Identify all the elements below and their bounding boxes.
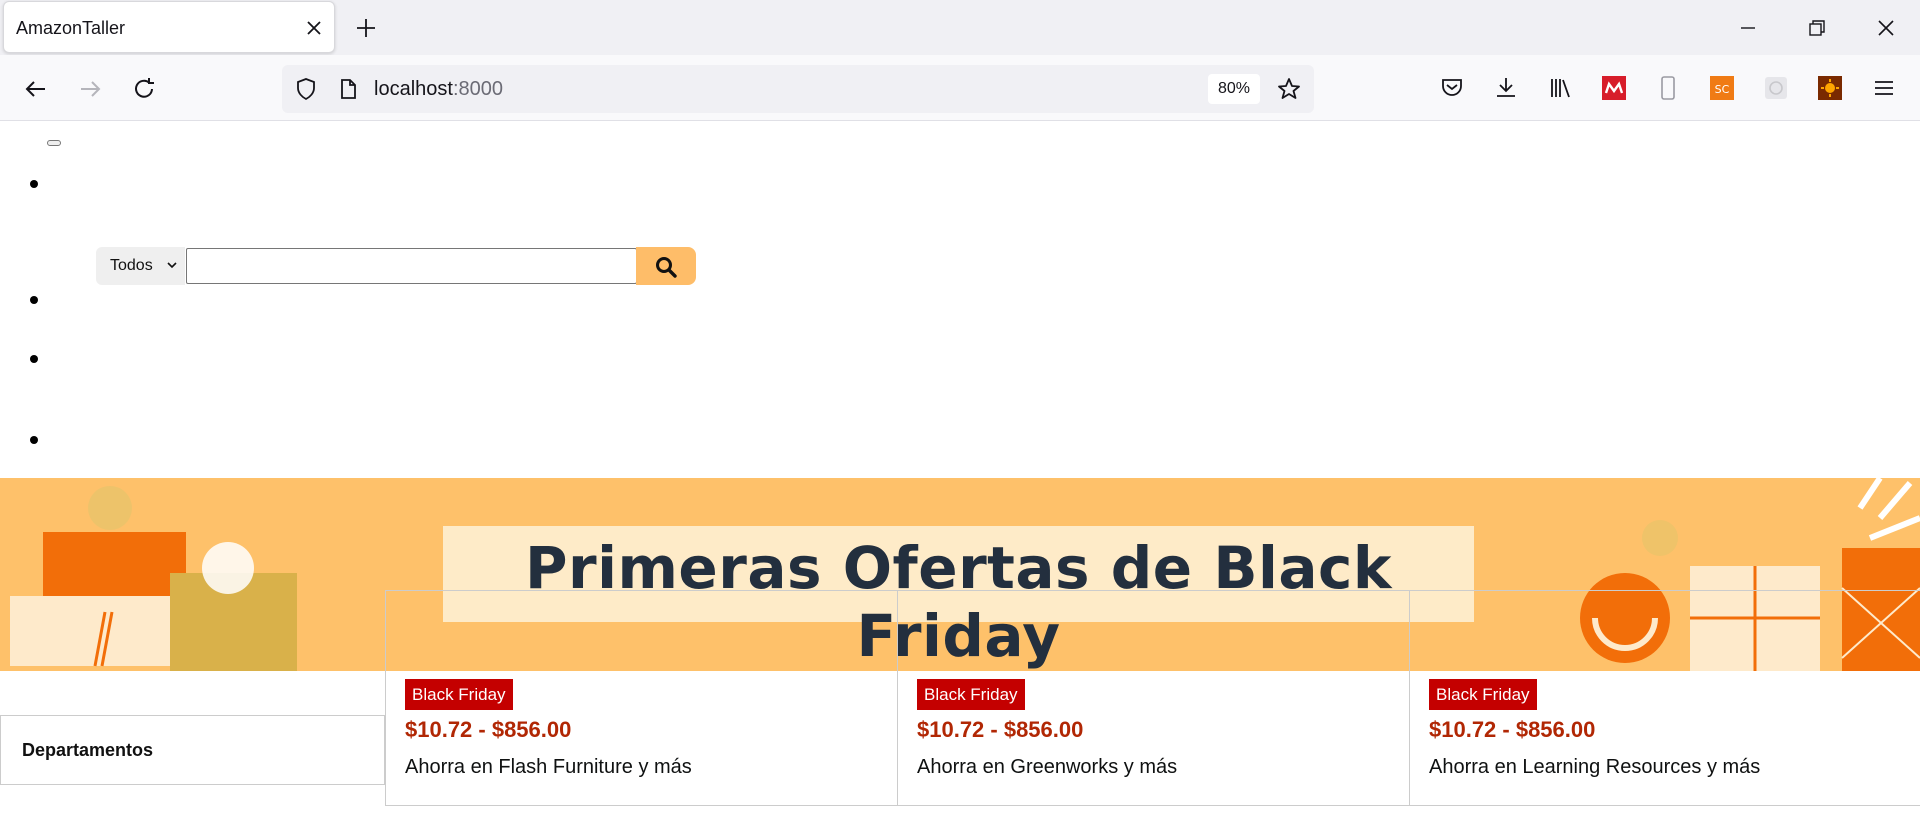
deal-price: $10.72 - $856.00 — [917, 717, 1084, 742]
close-window-icon[interactable] — [1872, 14, 1900, 42]
menu-icon[interactable] — [1869, 73, 1899, 103]
svg-text:SC: SC — [1715, 83, 1730, 96]
url-bar[interactable]: localhost:8000 80% — [282, 65, 1314, 113]
sc-extension-icon[interactable]: SC — [1707, 73, 1737, 103]
gift-boxes-left-illustration — [10, 486, 297, 671]
deal-price: $10.72 - $856.00 — [405, 717, 572, 742]
browser-nav-bar: localhost:8000 80% SC — [0, 55, 1920, 121]
deal-card[interactable]: Black Friday $10.72 - $856.00 Ahorra en … — [385, 590, 898, 806]
close-tab-icon[interactable] — [302, 16, 326, 40]
bookmark-star-icon[interactable] — [1276, 76, 1302, 102]
new-tab-icon[interactable] — [352, 14, 380, 42]
deal-card[interactable]: Black Friday $10.72 - $856.00 Ahorra en … — [897, 590, 1410, 806]
deal-badge: Black Friday — [405, 679, 513, 710]
url-text[interactable]: localhost:8000 — [374, 78, 503, 101]
pocket-icon[interactable] — [1437, 73, 1467, 103]
departments-label: Departamentos — [22, 740, 154, 760]
shield-icon[interactable] — [294, 77, 318, 101]
departments-panel[interactable]: Departamentos — [0, 715, 385, 785]
chevron-down-icon — [167, 262, 177, 269]
deal-badge: Black Friday — [1429, 679, 1537, 710]
forward-icon[interactable] — [76, 75, 104, 103]
mobile-extension-icon[interactable] — [1653, 73, 1683, 103]
deal-description[interactable]: Ahorra en Flash Furniture y más — [405, 756, 692, 779]
deal-badge: Black Friday — [917, 679, 1025, 710]
downloads-icon[interactable] — [1491, 73, 1521, 103]
url-port: :8000 — [452, 78, 503, 100]
mendeley-extension-icon[interactable] — [1599, 73, 1629, 103]
zoom-indicator[interactable]: 80% — [1208, 74, 1260, 104]
deal-price: $10.72 - $856.00 — [1429, 717, 1596, 742]
deal-description[interactable]: Ahorra en Greenworks y más — [917, 756, 1177, 779]
browser-tab-bar: AmazonTaller — [0, 0, 1920, 55]
page-content: Todos Primeras Ofertas de Black Friday D… — [0, 121, 1920, 838]
reload-icon[interactable] — [130, 75, 158, 103]
browser-tab[interactable]: AmazonTaller — [3, 1, 335, 53]
search-input[interactable] — [186, 248, 637, 284]
library-icon[interactable] — [1545, 73, 1575, 103]
snowflake-extension-icon[interactable] — [1761, 73, 1791, 103]
menu-toggle-button[interactable] — [47, 140, 61, 146]
deal-description[interactable]: Ahorra en Learning Resources y más — [1429, 756, 1760, 779]
list-bullet — [30, 296, 38, 304]
search-category-value: Todos — [110, 257, 153, 274]
search-button[interactable] — [636, 247, 696, 285]
tab-title: AmazonTaller — [16, 18, 126, 38]
page-info-icon[interactable] — [336, 77, 360, 101]
search-category-select[interactable]: Todos — [96, 247, 185, 285]
list-bullet — [30, 180, 38, 188]
minimize-icon[interactable] — [1734, 14, 1762, 42]
deal-card[interactable]: Black Friday $10.72 - $856.00 Ahorra en … — [1409, 590, 1920, 806]
restore-icon[interactable] — [1803, 14, 1831, 42]
url-host: localhost — [374, 78, 453, 100]
search-icon — [656, 257, 677, 278]
back-icon[interactable] — [22, 75, 50, 103]
sun-extension-icon[interactable] — [1815, 73, 1845, 103]
list-bullet — [30, 355, 38, 363]
list-bullet — [30, 436, 38, 444]
